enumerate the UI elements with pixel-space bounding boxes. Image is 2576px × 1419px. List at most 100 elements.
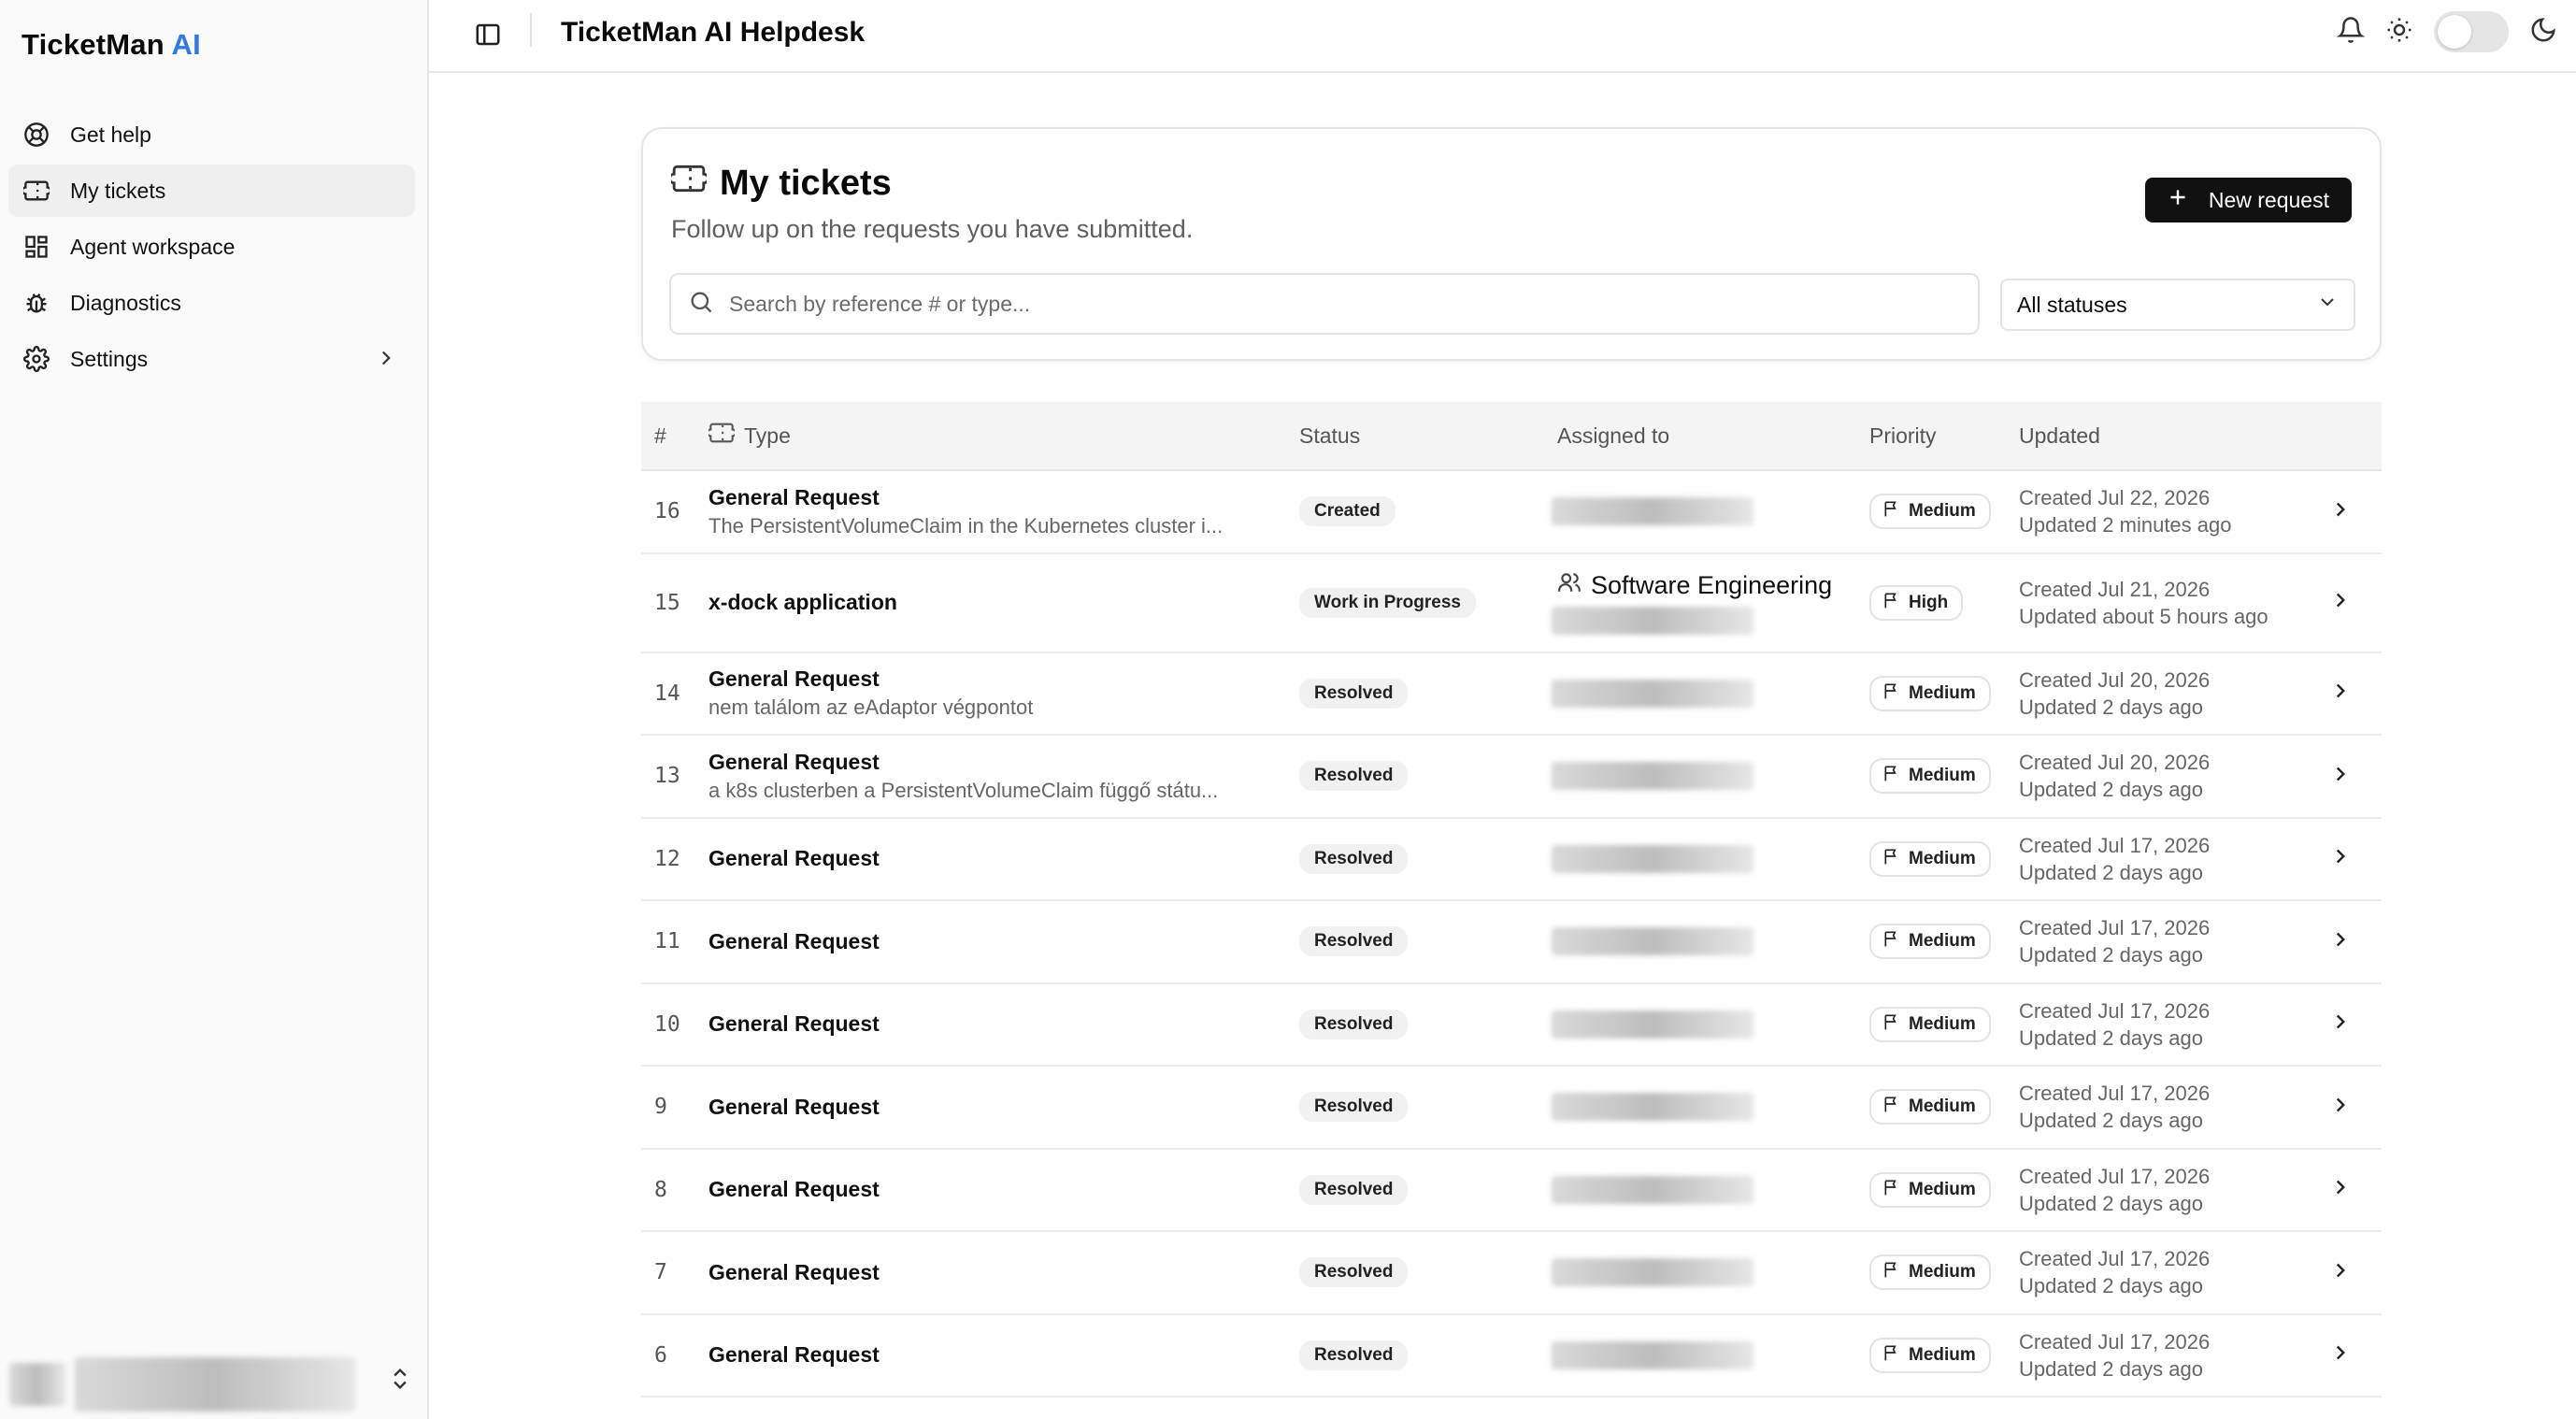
open-ticket-button[interactable] [2299, 588, 2382, 617]
assignee-cell [1552, 844, 1869, 873]
chevron-right-icon [2328, 588, 2353, 617]
priority-badge: Medium [1869, 494, 1991, 530]
search-icon [688, 289, 714, 320]
status-badge: Resolved [1299, 1092, 1409, 1123]
chevron-right-icon [2328, 927, 2353, 956]
ticket-type-cell: General Request [708, 1095, 1299, 1120]
priority-cell: Medium [1869, 494, 2019, 530]
table-row[interactable]: 14 General Request nem találom az eAdaptor… [641, 653, 2382, 736]
ticket-type-cell: General Request a k8s clusterben a Persis… [708, 750, 1299, 803]
assignee-cell [1552, 1093, 1869, 1122]
brand-logo[interactable]: TicketMan AI [21, 28, 201, 62]
top-header: TicketMan AI Helpdesk [429, 0, 2576, 73]
open-ticket-button[interactable] [2299, 844, 2382, 873]
dates-cell: Created Jul 17, 2026 Updated 2 days ago [2019, 1328, 2299, 1383]
table-row[interactable]: 12 General Request Resolved Medium Created J… [641, 819, 2382, 901]
assignee-redacted [1552, 1175, 1753, 1204]
sidebar-toggle-icon[interactable] [474, 21, 502, 53]
status-filter-select[interactable]: All statuses [2000, 279, 2355, 331]
new-request-label: New request [2208, 187, 2329, 212]
table-row[interactable]: 9 General Request Resolved Medium Created Ju… [641, 1067, 2382, 1150]
open-ticket-button[interactable] [2299, 1093, 2382, 1122]
priority-cell: Medium [1869, 1254, 2019, 1291]
ticket-number: 12 [654, 846, 680, 871]
ticket-description: nem találom az eAdaptor végpontot [708, 695, 1034, 720]
open-ticket-button[interactable] [2299, 762, 2382, 791]
flag-icon [1882, 591, 1901, 615]
assignee-redacted [1552, 497, 1753, 526]
assignee-redacted [1552, 607, 1753, 635]
tickets-table: # Type Status Assigned to Priority Updat… [641, 402, 2382, 1398]
flag-icon [1882, 1343, 1901, 1368]
sidebar-item-get-help[interactable]: Get help [8, 108, 415, 161]
status-cell: Work in Progress [1299, 587, 1557, 618]
open-ticket-button[interactable] [2299, 927, 2382, 956]
assignee-cell [1552, 1175, 1869, 1204]
ticket-icon [21, 176, 51, 206]
created-date: Created Jul 21, 2026 [2019, 577, 2211, 601]
updated-date: Updated about 5 hours ago [2019, 604, 2268, 628]
theme-toggle[interactable] [2434, 11, 2509, 52]
priority-badge: Medium [1869, 1254, 1991, 1291]
user-menu[interactable] [9, 1352, 374, 1417]
assignee-cell [1552, 762, 1869, 791]
dates-cell: Created Jul 17, 2026 Updated 2 days ago [2019, 1080, 2299, 1134]
assignee-redacted [1552, 1258, 1753, 1287]
open-ticket-button[interactable] [2299, 1258, 2382, 1287]
ticket-number: 9 [654, 1095, 667, 1120]
status-badge: Resolved [1299, 1009, 1409, 1039]
ticket-type: General Request [708, 1011, 880, 1037]
chevron-right-icon [2328, 679, 2353, 708]
bell-icon[interactable] [2336, 16, 2366, 49]
chevrons-up-down-icon[interactable] [387, 1366, 413, 1397]
ticket-type: General Request [708, 1342, 880, 1368]
sidebar-item-agent-workspace[interactable]: Agent workspace [8, 221, 415, 273]
created-date: Created Jul 22, 2026 [2019, 486, 2211, 510]
table-row[interactable]: 7 General Request Resolved Medium Created Ju… [641, 1232, 2382, 1315]
table-row[interactable]: 16 General Request The PersistentVolumeCla… [641, 471, 2382, 554]
assignee-redacted [1552, 844, 1753, 873]
search-box [669, 273, 1980, 335]
new-request-button[interactable]: New request [2144, 178, 2352, 222]
assignee-redacted [1552, 927, 1753, 956]
page-title-text: My tickets [720, 163, 892, 203]
search-input[interactable] [729, 291, 1944, 317]
status-filter-value: All statuses [2017, 292, 2127, 317]
table-row[interactable]: 10 General Request Resolved Medium Created J… [641, 984, 2382, 1067]
sidebar-item-my-tickets[interactable]: My tickets [8, 165, 415, 217]
priority-cell: Medium [1869, 840, 2019, 877]
updated-date: Updated 2 minutes ago [2019, 513, 2232, 538]
priority-label: Medium [1909, 1344, 1976, 1365]
table-row[interactable]: 13 General Request a k8s clusterben a Pers… [641, 736, 2382, 819]
open-ticket-button[interactable] [2299, 679, 2382, 708]
table-row[interactable]: 15 x-dock application Work in Progress Soft… [641, 554, 2382, 653]
updated-date: Updated 2 days ago [2019, 1356, 2203, 1381]
ticket-number: 11 [654, 929, 680, 954]
priority-badge: High [1869, 584, 1964, 621]
table-row[interactable]: 11 General Request Resolved Medium Created J… [641, 901, 2382, 984]
flag-icon [1882, 847, 1901, 871]
ticket-type-cell: General Request [708, 1177, 1299, 1202]
ticket-type-cell: General Request [708, 929, 1299, 954]
chevron-down-icon [2316, 291, 2339, 319]
created-date: Created Jul 17, 2026 [2019, 1329, 2211, 1354]
open-ticket-button[interactable] [2299, 1340, 2382, 1369]
flag-icon [1882, 1012, 1901, 1037]
table-row[interactable]: 8 General Request Resolved Medium Created Ju… [641, 1150, 2382, 1232]
ticket-number: 14 [654, 681, 680, 706]
sidebar-nav: Get help My tickets Agent workspace Diag… [8, 108, 415, 389]
column-header-type-label: Type [744, 423, 791, 448]
open-ticket-button[interactable] [2299, 1010, 2382, 1039]
priority-label: Medium [1909, 682, 1976, 703]
sidebar-item-label: My tickets [70, 178, 166, 203]
priority-badge: Medium [1869, 1171, 1991, 1208]
status-badge: Resolved [1299, 761, 1409, 792]
sidebar-item-diagnostics[interactable]: Diagnostics [8, 277, 415, 329]
updated-date: Updated 2 days ago [2019, 943, 2203, 968]
open-ticket-button[interactable] [2299, 497, 2382, 526]
assigned-team: Software Engineering [1557, 570, 1869, 601]
open-ticket-button[interactable] [2299, 1175, 2382, 1204]
created-date: Created Jul 17, 2026 [2019, 916, 2211, 940]
sidebar-item-settings[interactable]: Settings [8, 333, 415, 385]
table-row[interactable]: 6 General Request Resolved Medium Created Ju… [641, 1315, 2382, 1398]
